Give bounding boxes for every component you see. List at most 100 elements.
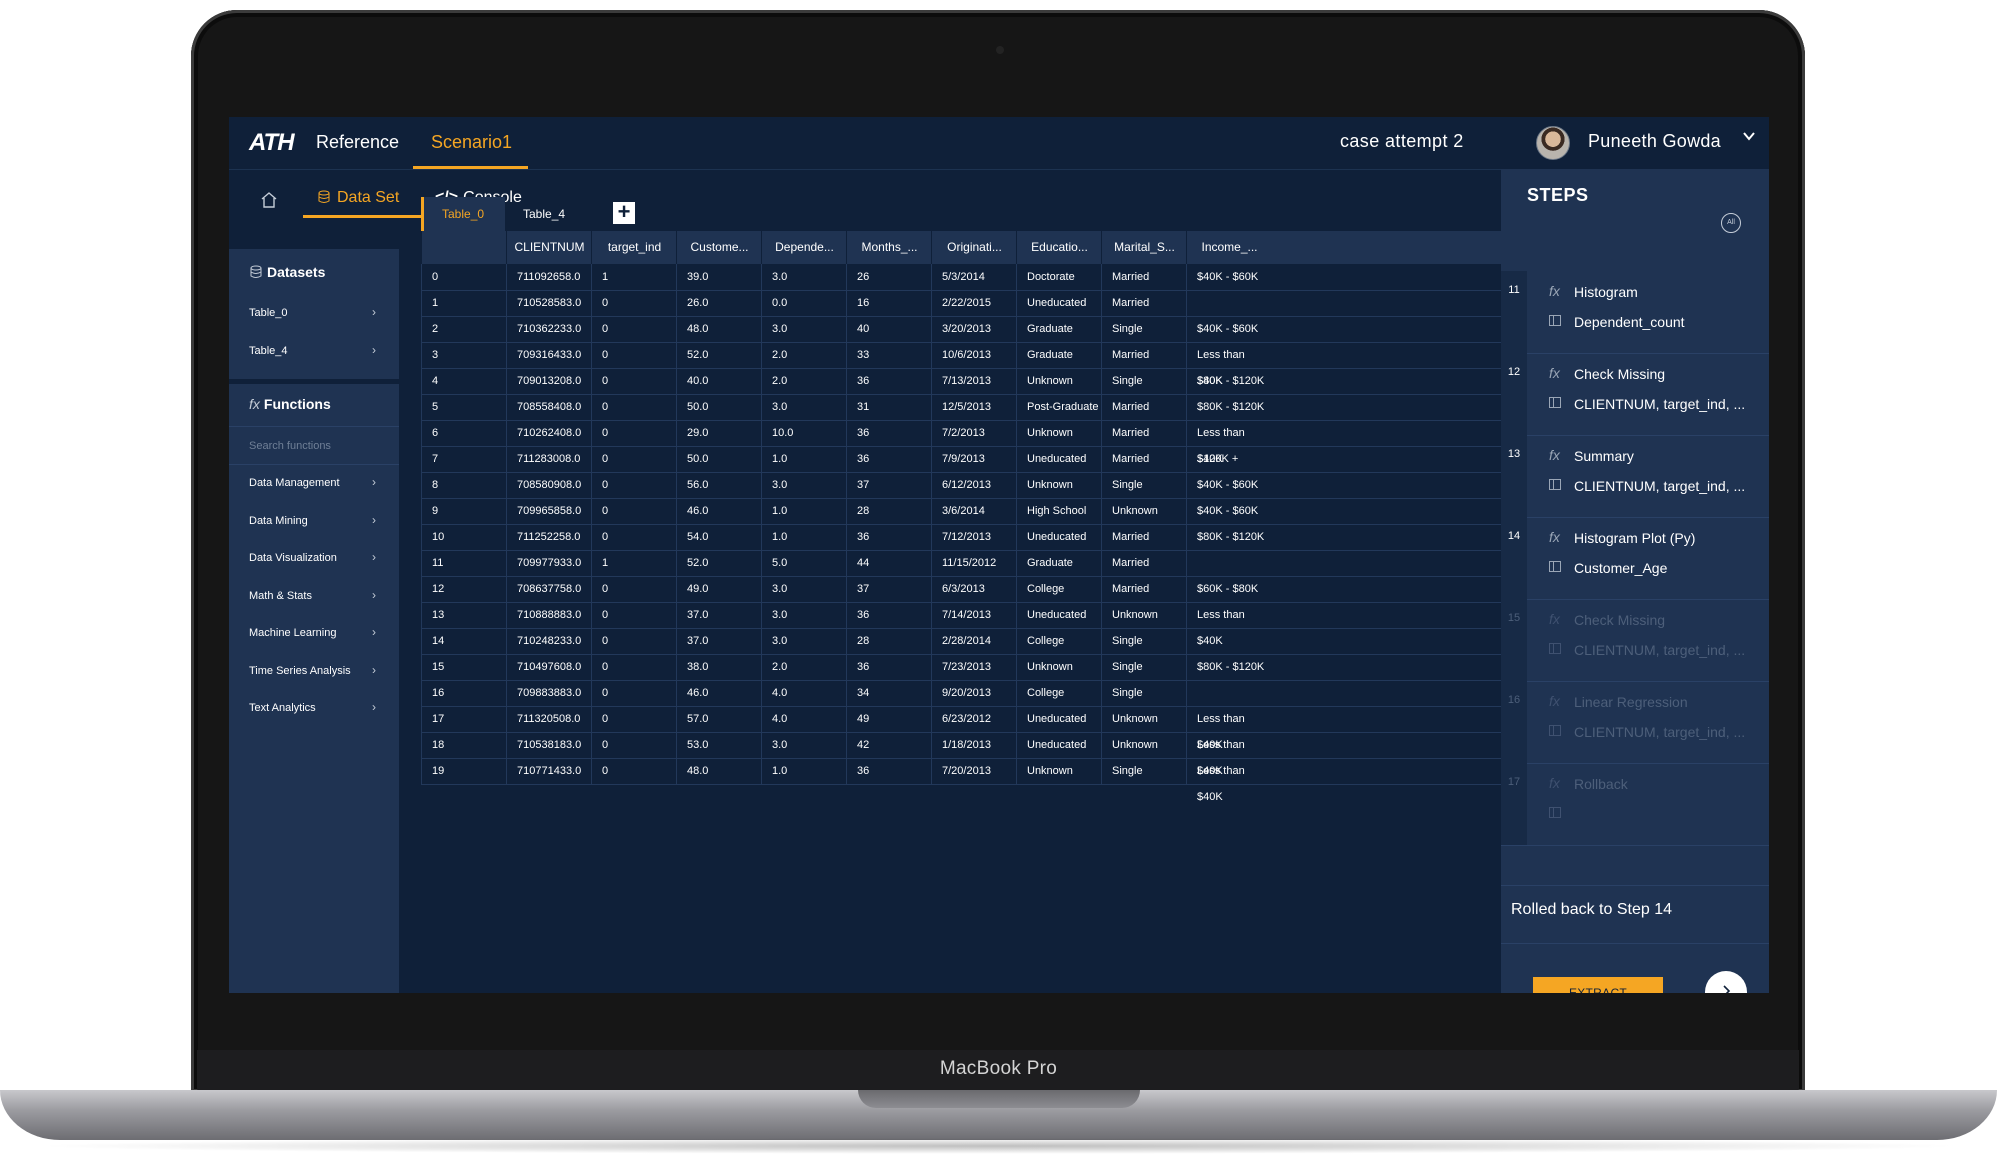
table-row[interactable]: 2 710362233.0 0 48.0 3.0 40 3/20/2013 Graduate S…	[421, 316, 1501, 343]
table-cell: 710528583.0	[506, 290, 591, 316]
chevron-right-icon[interactable]: ›	[372, 625, 376, 639]
table-tab-0[interactable]: Table_0	[421, 197, 505, 231]
home-icon[interactable]	[259, 190, 279, 215]
chevron-right-icon[interactable]: ›	[372, 305, 376, 319]
step-item[interactable]: 11 fx Histogram Dependent_count	[1501, 271, 1769, 354]
function-group-text-analytics[interactable]: Text Analytics	[249, 702, 316, 714]
table-cell: 3.0	[761, 264, 846, 290]
table-row[interactable]: 19 710771433.0 0 48.0 1.0 36 7/20/2013 Unknown S…	[421, 758, 1501, 803]
column-header[interactable]: Income_...	[1186, 231, 1272, 264]
avatar[interactable]	[1536, 126, 1570, 160]
table-cell: 0	[591, 472, 676, 498]
table-row[interactable]: 17 711320508.0 0 57.0 4.0 49 6/23/2012 Uneducat…	[421, 706, 1501, 751]
tab-data-set[interactable]: Data Set	[317, 189, 399, 207]
table-cell: 0	[591, 316, 676, 342]
column-header[interactable]: target_ind	[591, 231, 677, 264]
table-row[interactable]: 9 709965858.0 0 46.0 1.0 28 3/6/2014 High Schoo…	[421, 498, 1501, 525]
function-group-data-mining[interactable]: Data Mining	[249, 515, 308, 527]
table-tab-1[interactable]: Table_4	[513, 197, 593, 231]
table-cell: 16	[421, 680, 506, 706]
next-button[interactable]	[1705, 971, 1747, 993]
column-header[interactable]: Educatio...	[1016, 231, 1102, 264]
step-item[interactable]: 12 fx Check Missing CLIENTNUM, target_ind, …	[1501, 353, 1769, 436]
table-cell: $80K - $120K	[1186, 654, 1271, 680]
step-number: 17	[1501, 763, 1527, 845]
function-group-data-visualization[interactable]: Data Visualization	[249, 552, 337, 564]
chevron-right-icon[interactable]: ›	[372, 588, 376, 602]
table-row[interactable]: 16 709883883.0 0 46.0 4.0 34 9/20/2013 College S…	[421, 680, 1501, 707]
table-cell: Less than $40K	[1186, 706, 1271, 751]
chevron-right-icon[interactable]: ›	[372, 663, 376, 677]
dataset-item-1[interactable]: Table_4	[249, 345, 288, 357]
table-cell: 10/6/2013	[931, 342, 1016, 368]
column-header[interactable]: CLIENTNUM	[506, 231, 592, 264]
column-header[interactable]: Custome...	[676, 231, 762, 264]
table-row[interactable]: 15 710497608.0 0 38.0 2.0 36 7/23/2013 Unknown S…	[421, 654, 1501, 681]
function-group-machine-learning[interactable]: Machine Learning	[249, 627, 336, 639]
app-logo[interactable]: ATH	[249, 129, 295, 157]
step-args: CLIENTNUM, target_ind, ...	[1574, 478, 1746, 494]
function-group-data-management[interactable]: Data Management	[249, 477, 340, 489]
table-cell: $40K - $60K	[1186, 472, 1271, 498]
table-cell: $60K - $80K	[1186, 576, 1271, 602]
table-cell: 13	[421, 602, 506, 628]
extract-button[interactable]: EXTRACT	[1533, 977, 1663, 993]
column-header[interactable]	[421, 231, 507, 264]
step-item[interactable]: 16 fx Linear Regression CLIENTNUM, target_i…	[1501, 681, 1769, 764]
table-row[interactable]: 8 708580908.0 0 56.0 3.0 37 6/12/2013 Unknown Si…	[421, 472, 1501, 499]
search-functions-input[interactable]: Search functions	[249, 440, 331, 452]
column-header[interactable]: Originati...	[931, 231, 1017, 264]
table-row[interactable]: 10 711252258.0 0 54.0 1.0 36 7/12/2013 Uneducat…	[421, 524, 1501, 551]
table-row[interactable]: 18 710538183.0 0 53.0 3.0 42 1/18/2013 Uneducat…	[421, 732, 1501, 777]
chevron-right-icon[interactable]: ›	[372, 700, 376, 714]
table-cell: Married	[1101, 420, 1186, 446]
reset-all-icon[interactable]: All	[1721, 213, 1741, 233]
tab-reference[interactable]: Reference	[316, 132, 399, 153]
user-name[interactable]: Puneeth Gowda	[1588, 131, 1721, 152]
chevron-right-icon[interactable]: ›	[372, 550, 376, 564]
fx-icon: fx	[1549, 447, 1560, 463]
chevron-right-icon[interactable]: ›	[372, 475, 376, 489]
table-cell: 54.0	[676, 524, 761, 550]
step-item[interactable]: 17 fx Rollback	[1501, 763, 1769, 846]
function-group-math-stats[interactable]: Math & Stats	[249, 590, 312, 602]
table-row[interactable]: 6 710262408.0 0 29.0 10.0 36 7/2/2013 Unknown Ma…	[421, 420, 1501, 465]
table-row[interactable]: 12 708637758.0 0 49.0 3.0 37 6/3/2013 College Ma…	[421, 576, 1501, 603]
table-row[interactable]: 4 709013208.0 0 40.0 2.0 36 7/13/2013 Unknown Si…	[421, 368, 1501, 395]
column-header[interactable]: Months_...	[846, 231, 932, 264]
table-cell: 0	[421, 264, 506, 290]
add-table-button[interactable]: +	[613, 201, 635, 224]
chevron-right-icon[interactable]: ›	[372, 343, 376, 357]
tab-scenario[interactable]: Scenario1	[431, 132, 512, 153]
table-row[interactable]: 5 708558408.0 0 50.0 3.0 31 12/5/2013 Post-Grad…	[421, 394, 1501, 421]
dataset-item-0[interactable]: Table_0	[249, 307, 288, 319]
step-item[interactable]: 15 fx Check Missing CLIENTNUM, target_ind, …	[1501, 599, 1769, 682]
table-row[interactable]: 7 711283008.0 0 50.0 1.0 36 7/9/2013 Uneducated…	[421, 446, 1501, 473]
table-row[interactable]: 13 710888883.0 0 37.0 3.0 36 7/14/2013 Uneducat…	[421, 602, 1501, 647]
table-cell: 46.0	[676, 680, 761, 706]
table-row[interactable]: 11 709977933.0 1 52.0 5.0 44 11/15/2012 Graduat…	[421, 550, 1501, 577]
chevron-down-icon[interactable]	[1742, 129, 1756, 148]
table-cell: Single	[1101, 316, 1186, 342]
table-cell: 0	[591, 602, 676, 628]
table-row[interactable]: 3 709316433.0 0 52.0 2.0 33 10/6/2013 Graduate M…	[421, 342, 1501, 387]
table-cell: 2.0	[761, 368, 846, 394]
table-row[interactable]: 0 711092658.0 1 39.0 3.0 26 5/3/2014 Doctorate M…	[421, 264, 1501, 291]
table-cell: Uneducated	[1016, 602, 1101, 628]
table-cell: 0	[591, 654, 676, 680]
table-row[interactable]: 1 710528583.0 0 26.0 0.0 16 2/22/2015 Uneducate…	[421, 290, 1501, 317]
table-row[interactable]: 14 710248233.0 0 37.0 3.0 28 2/28/2014 College S…	[421, 628, 1501, 655]
table-cell: 9/20/2013	[931, 680, 1016, 706]
column-header[interactable]: Marital_S...	[1101, 231, 1187, 264]
chevron-right-icon[interactable]: ›	[372, 513, 376, 527]
table-cell: 36	[846, 758, 931, 784]
table-cell: Married	[1101, 524, 1186, 550]
fx-icon: fx	[249, 396, 260, 412]
function-group-time-series[interactable]: Time Series Analysis	[249, 665, 351, 677]
step-item[interactable]: 14 fx Histogram Plot (Py) Customer_Age	[1501, 517, 1769, 600]
column-header[interactable]: Depende...	[761, 231, 847, 264]
step-item[interactable]: 13 fx Summary CLIENTNUM, target_ind, ...	[1501, 435, 1769, 518]
table-cell: 0	[591, 368, 676, 394]
table-cell: Less than $40K	[1186, 732, 1271, 777]
table-cell: 56.0	[676, 472, 761, 498]
